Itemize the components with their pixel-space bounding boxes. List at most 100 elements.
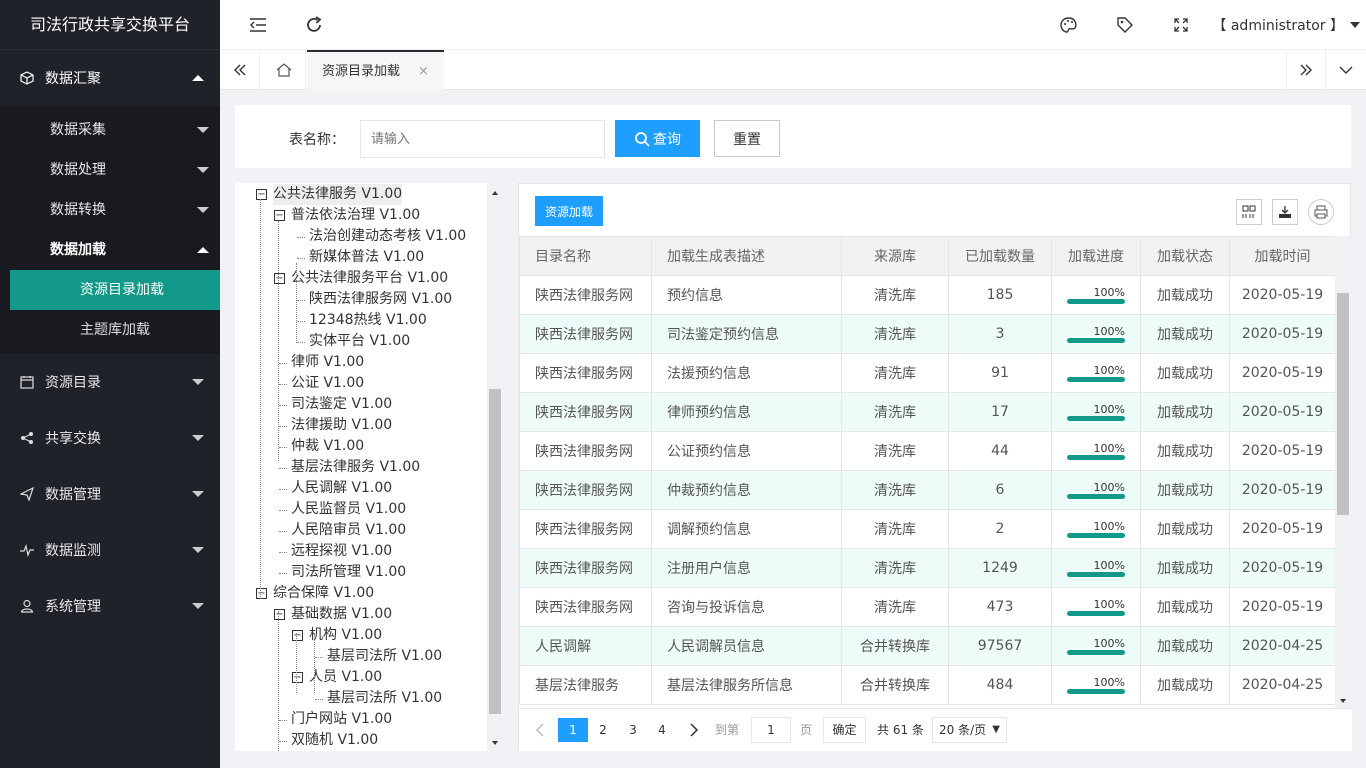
nav-data-aggregation[interactable]: 数据汇聚 <box>0 50 220 106</box>
table-scrollbar[interactable] <box>1335 236 1351 708</box>
tree-node[interactable]: 新媒体普法 V1.00 <box>309 247 424 268</box>
collapse-menu-icon[interactable] <box>248 15 268 35</box>
tree-node[interactable]: 律师 V1.00 <box>291 352 364 373</box>
query-button[interactable]: 查询 <box>615 120 700 157</box>
tree-node[interactable]: 双随机 V1.00 <box>291 730 378 751</box>
sidebar-item-catalog-load[interactable]: 资源目录加载 <box>10 270 220 310</box>
table-name-input[interactable] <box>360 120 605 158</box>
tree-node[interactable]: 基础数据 V1.00 <box>291 604 392 625</box>
table-cell: 陕西法律服务网 <box>519 470 652 510</box>
home-icon[interactable] <box>262 50 306 90</box>
close-icon[interactable]: × <box>418 64 429 79</box>
tree-node[interactable]: 普法依法治理 V1.00 <box>291 205 420 226</box>
tree-scrollbar-thumb[interactable] <box>489 389 501 714</box>
reset-button[interactable]: 重置 <box>714 120 780 157</box>
tree-node[interactable]: 基层司法所 V1.00 <box>327 688 442 709</box>
tree-node[interactable]: 实体平台 V1.00 <box>309 331 410 352</box>
sidebar-item-theme-load[interactable]: 主题库加载 <box>10 310 220 350</box>
refresh-icon[interactable] <box>304 15 324 35</box>
table-row[interactable]: 陕西法律服务网 律师预约信息 清洗库 17 100% 加载成功 2020-05-19 <box>519 392 1336 432</box>
tree-node[interactable]: 司法所管理 V1.00 <box>291 562 406 583</box>
nav-data-management[interactable]: 数据管理 <box>0 466 220 522</box>
page-size-select[interactable]: 20 条/页 ▼ <box>932 717 1007 743</box>
nav-share-exchange[interactable]: 共享交换 <box>0 410 220 466</box>
col-header-count[interactable]: 已加载数量 <box>948 236 1052 276</box>
col-header-status[interactable]: 加载状态 <box>1140 236 1230 276</box>
tree-node[interactable]: 公证 V1.00 <box>291 373 364 394</box>
fullscreen-icon[interactable] <box>1171 15 1191 35</box>
tree-node[interactable]: 公共法律服务平台 V1.00 <box>291 268 448 289</box>
tree-collapse-icon[interactable]: − <box>292 672 303 683</box>
table-scrollbar-thumb[interactable] <box>1337 293 1349 515</box>
tree-node[interactable]: 人民调解 V1.00 <box>291 478 392 499</box>
tabs-menu-chevron-down-icon[interactable] <box>1326 50 1366 90</box>
columns-filter-icon[interactable] <box>1236 199 1262 225</box>
theme-palette-icon[interactable] <box>1059 15 1079 35</box>
tree-collapse-icon[interactable]: − <box>274 210 285 221</box>
tree-node[interactable]: 公共法律服务 V1.00 <box>273 184 403 205</box>
table-row[interactable]: 陕西法律服务网 公证预约信息 清洗库 44 100% 加载成功 2020-05-19 <box>519 431 1336 471</box>
tree-node[interactable]: 远程探视 V1.00 <box>291 541 392 562</box>
tree-node[interactable]: 陕西法律服务网 V1.00 <box>309 289 452 310</box>
page-4[interactable]: 4 <box>647 718 677 742</box>
nav-data-monitoring[interactable]: 数据监测 <box>0 522 220 578</box>
sidebar-item-convert[interactable]: 数据转换 <box>0 190 220 230</box>
print-icon[interactable] <box>1308 199 1334 225</box>
tree-node[interactable]: 仲裁 V1.00 <box>291 436 364 457</box>
table-row[interactable]: 陕西法律服务网 咨询与投诉信息 清洗库 473 100% 加载成功 2020-05-19 <box>519 587 1336 627</box>
tree-node[interactable]: 人民监督员 V1.00 <box>291 499 406 520</box>
scroll-up-arrow-icon[interactable] <box>487 187 503 199</box>
table-row[interactable]: 陕西法律服务网 预约信息 清洗库 185 100% 加载成功 2020-05-19 <box>519 275 1336 315</box>
tree-collapse-icon[interactable]: − <box>274 273 285 284</box>
tree-collapse-icon[interactable]: − <box>274 609 285 620</box>
tree-collapse-icon[interactable]: − <box>256 588 267 599</box>
tree-node[interactable]: 综合保障 V1.00 <box>273 583 374 604</box>
col-header-time[interactable]: 加载时间 <box>1229 236 1336 276</box>
tree-node[interactable]: 基层法律服务 V1.00 <box>291 457 420 478</box>
tree-collapse-icon[interactable]: − <box>292 630 303 641</box>
tree-node[interactable]: 基层司法所 V1.00 <box>327 646 442 667</box>
table-row[interactable]: 陕西法律服务网 法援预约信息 清洗库 91 100% 加载成功 2020-05-19 <box>519 353 1336 393</box>
prev-page-icon[interactable] <box>533 718 547 742</box>
page-2[interactable]: 2 <box>588 718 618 742</box>
user-menu[interactable]: 【 administrator 】 <box>1212 15 1366 35</box>
tree-node[interactable]: 机构 V1.00 <box>309 625 382 646</box>
col-header-description[interactable]: 加载生成表描述 <box>651 236 842 276</box>
tag-icon[interactable] <box>1115 15 1135 35</box>
table-row[interactable]: 陕西法律服务网 仲裁预约信息 清洗库 6 100% 加载成功 2020-05-19 <box>519 470 1336 510</box>
sidebar-item-collect[interactable]: 数据采集 <box>0 110 220 150</box>
col-header-progress[interactable]: 加载进度 <box>1051 236 1141 276</box>
table-row[interactable]: 陕西法律服务网 司法鉴定预约信息 清洗库 3 100% 加载成功 2020-05-19 <box>519 314 1336 354</box>
sidebar-item-process[interactable]: 数据处理 <box>0 150 220 190</box>
col-header-source[interactable]: 来源库 <box>841 236 949 276</box>
scroll-down-arrow-icon[interactable] <box>1335 696 1351 706</box>
table-row[interactable]: 基层法律服务 基层法律服务所信息 合并转换库 484 100% 加载成功 2020-04-2… <box>519 665 1336 705</box>
sidebar-item-load[interactable]: 数据加载 <box>0 230 220 270</box>
tree-node[interactable]: 人员 V1.00 <box>309 667 382 688</box>
export-icon[interactable] <box>1272 199 1298 225</box>
tree-node[interactable]: 门户网站 V1.00 <box>291 709 392 730</box>
table-row[interactable]: 人民调解 人民调解员信息 合并转换库 97567 100% 加载成功 2020-04-25 <box>519 626 1336 666</box>
tabs-scroll-right-icon[interactable] <box>1286 50 1326 90</box>
tree-node[interactable]: 12348热线 V1.00 <box>309 310 427 331</box>
scroll-down-arrow-icon[interactable] <box>487 737 503 749</box>
col-header-catalog[interactable]: 目录名称 <box>519 236 652 276</box>
tab-catalog-load[interactable]: 资源目录加载 × <box>307 50 444 90</box>
page-1[interactable]: 1 <box>558 718 588 742</box>
nav-resource-catalog[interactable]: 资源目录 <box>0 354 220 410</box>
tree-node[interactable]: 法治创建动态考核 V1.00 <box>309 226 466 247</box>
next-page-icon[interactable] <box>687 718 701 742</box>
tabs-scroll-left-icon[interactable] <box>220 50 260 90</box>
resource-load-button[interactable]: 资源加载 <box>535 196 603 226</box>
table-row[interactable]: 陕西法律服务网 调解预约信息 清洗库 2 100% 加载成功 2020-05-19 <box>519 509 1336 549</box>
confirm-button[interactable]: 确定 <box>823 717 866 743</box>
tree-node[interactable]: 法律援助 V1.00 <box>291 415 392 436</box>
page-3[interactable]: 3 <box>618 718 648 742</box>
nav-system-management[interactable]: 系统管理 <box>0 578 220 634</box>
tree-scrollbar[interactable] <box>487 183 503 751</box>
tree-node[interactable]: 司法鉴定 V1.00 <box>291 394 392 415</box>
goto-page-input[interactable]: 1 <box>751 717 791 743</box>
tree-node[interactable]: 人民陪审员 V1.00 <box>291 520 406 541</box>
tree-collapse-icon[interactable]: − <box>256 189 267 200</box>
table-row[interactable]: 陕西法律服务网 注册用户信息 清洗库 1249 100% 加载成功 2020-05-19 <box>519 548 1336 588</box>
